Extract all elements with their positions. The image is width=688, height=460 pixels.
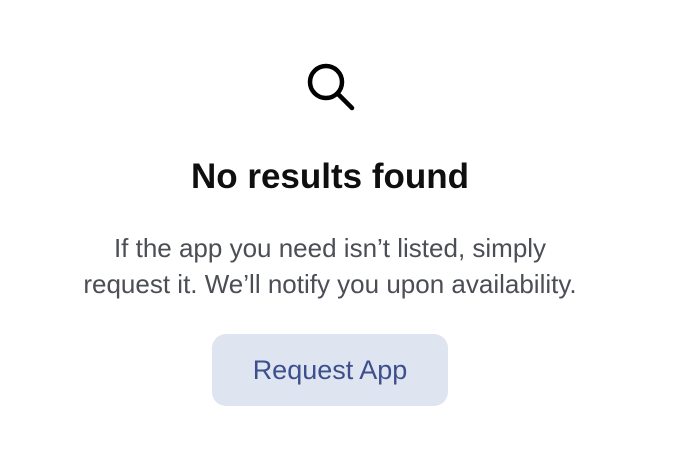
description-line-1: If the app you need isn’t listed, simply (113, 233, 547, 263)
empty-state-title: No results found (190, 157, 470, 196)
empty-state-panel: No results found If the app you need isn… (0, 0, 688, 460)
request-app-button[interactable]: Request App (212, 334, 448, 406)
empty-state-description: If the app you need isn’t listed, simply… (0, 230, 660, 302)
description-line-2: request it. We’ll notify you upon availa… (83, 269, 577, 299)
search-icon (307, 63, 355, 111)
